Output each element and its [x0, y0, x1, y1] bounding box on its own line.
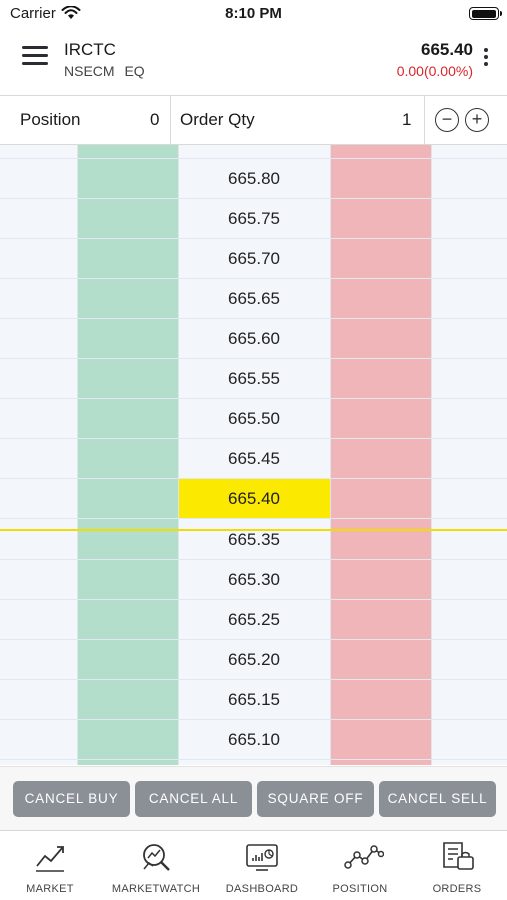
- ladder-price: 665.35: [228, 530, 280, 549]
- position-qty-bar: Position 0 Order Qty 1 − +: [0, 95, 507, 145]
- hamburger-menu-icon[interactable]: [22, 46, 48, 68]
- cancel-buy-button[interactable]: CANCEL BUY: [13, 781, 130, 817]
- increase-qty-button[interactable]: +: [465, 108, 489, 132]
- header: IRCTC NSECM EQ 665.40 0.00(0.00%): [0, 28, 507, 94]
- ladder-price: 665.75: [228, 209, 280, 228]
- order-qty-value[interactable]: 1: [402, 96, 411, 144]
- tab-dashboard[interactable]: DASHBOARD: [212, 831, 312, 900]
- status-bar: Carrier 8:10 PM: [0, 0, 507, 28]
- ladder-price: 665.50: [228, 409, 280, 428]
- tab-marketwatch[interactable]: MARKETWATCH: [106, 831, 206, 900]
- ladder-price: 665.65: [228, 289, 280, 308]
- market-chart-icon: [36, 846, 64, 872]
- ladder-price: 665.10: [228, 730, 280, 749]
- ladder-price: 665.40: [178, 479, 330, 519]
- ladder-price: 665.55: [228, 369, 280, 388]
- ladder-price: 665.80: [228, 169, 280, 188]
- cancel-all-button[interactable]: CANCEL ALL: [135, 781, 252, 817]
- marketwatch-icon: [143, 844, 170, 871]
- price-ladder: 665.85 665.80 665.75 665.70 665.65 665.60 665.…: [0, 145, 507, 765]
- tab-marketwatch-label: MARKETWATCH: [111, 883, 201, 895]
- tab-market[interactable]: MARKET: [0, 831, 100, 900]
- dashboard-icon: [246, 844, 278, 871]
- tab-position-label: POSITION: [332, 883, 388, 895]
- orders-icon: [443, 842, 474, 870]
- ladder-price: 665.25: [228, 610, 280, 629]
- ladder-price: 665.20: [228, 650, 280, 669]
- last-traded-price: 665.40: [421, 40, 473, 59]
- more-options-icon[interactable]: [484, 48, 490, 70]
- tab-position[interactable]: POSITION: [310, 831, 410, 900]
- bottom-tab-bar: MARKET MARKETWATCH DASHBOARD POSITION OR…: [0, 830, 507, 900]
- position-value: 0: [150, 110, 160, 129]
- square-off-button[interactable]: SQUARE OFF: [257, 781, 374, 817]
- ladder-price: 665.85: [178, 145, 330, 159]
- price-change: 0.00(0.00%): [396, 63, 473, 79]
- action-bar: CANCEL BUY CANCEL ALL SQUARE OFF CANCEL …: [0, 766, 507, 830]
- ladder-price: 665.30: [228, 570, 280, 589]
- symbol-name: IRCTC: [64, 40, 116, 59]
- tab-orders[interactable]: ORDERS: [407, 831, 507, 900]
- exchange-segment: NSECM EQ: [64, 63, 145, 79]
- position-label: Position: [20, 110, 81, 129]
- battery-icon: [469, 7, 502, 20]
- order-qty-label: Order Qty: [180, 110, 255, 129]
- ladder-price: 665.45: [228, 449, 280, 468]
- tab-dashboard-label: DASHBOARD: [225, 883, 299, 895]
- ladder-price: 665.70: [228, 249, 280, 268]
- ltp-marker-line: [0, 529, 507, 531]
- position-icon: [344, 845, 384, 869]
- ladder-price: 665.15: [228, 690, 280, 709]
- tab-market-label: MARKET: [26, 883, 74, 895]
- decrease-qty-button[interactable]: −: [435, 108, 459, 132]
- status-time: 8:10 PM: [225, 5, 282, 22]
- tab-orders-label: ORDERS: [432, 883, 482, 895]
- ladder-price: 665.60: [228, 329, 280, 348]
- cancel-sell-button[interactable]: CANCEL SELL: [379, 781, 496, 817]
